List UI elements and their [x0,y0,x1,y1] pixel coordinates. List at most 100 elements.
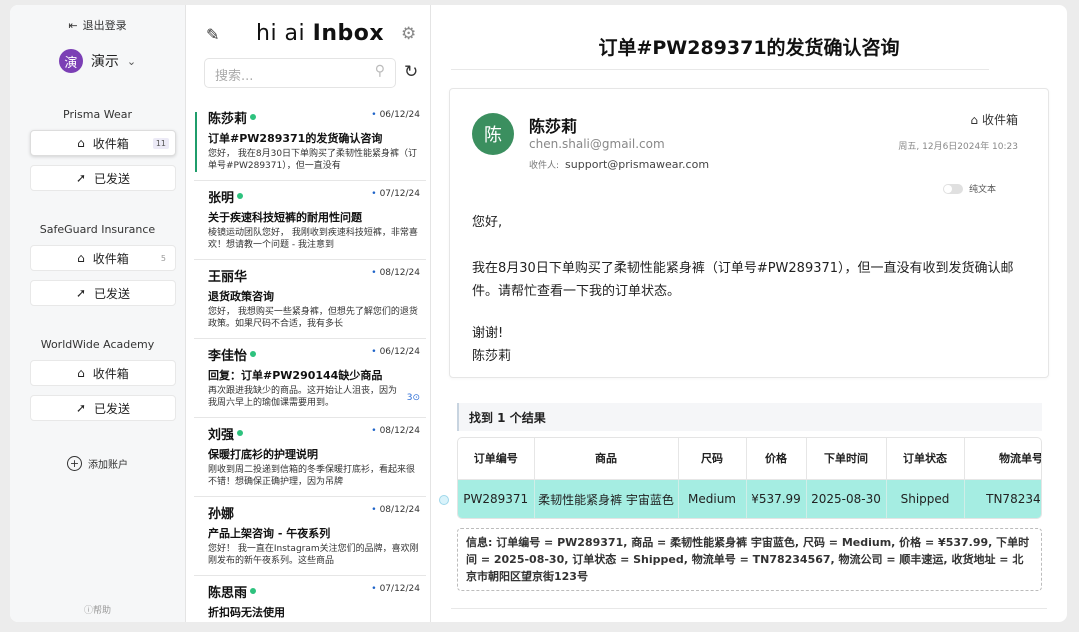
column-header[interactable]: 商品 [534,438,679,480]
divider [451,69,989,70]
results-table: 订单编号 商品 尺码 价格 下单时间 订单状态 物流单号 PW289371 柔韧… [457,437,1042,519]
unread-dot [250,114,257,120]
plus-circle-icon: + [67,456,82,471]
sender-email: chen.shali@gmail.com [529,137,665,151]
inbox-icon: ⌂ [77,136,85,150]
list-item[interactable]: 王丽华 08/12/24 退货政策咨询 您好， 我想购买一些紧身裤，但想先了解您… [194,260,426,339]
column-header[interactable]: 订单编号 [458,438,535,480]
results-header: 找到 1 个结果 [457,403,1042,431]
inbox-count-badge: 11 [152,137,169,149]
recipient-line: 收件人: support@prismawear.com [529,158,709,171]
table-cell: Medium [678,479,747,518]
search-input[interactable]: 搜索... ⚲ [204,58,396,88]
item-date: 07/12/24 [371,584,420,594]
account-2-inbox[interactable]: ⌂ 收件箱 5 [30,245,176,271]
toggle-switch[interactable] [942,183,963,194]
help-icon: ⓘ [83,606,93,616]
inbox-title: hi ai Inbox [256,21,385,46]
account-1-inbox[interactable]: ⌂ 收件箱 11 [30,130,176,156]
unread-dot [250,351,257,357]
item-date: 08/12/24 [371,505,420,515]
account-2-sent[interactable]: ➚ 已发送 [30,280,176,306]
sender-avatar: 陈 [472,113,514,155]
account-title: SafeGuard Insurance [39,223,156,236]
item-sender: 陈思雨 [208,586,248,601]
item-subject: 关于疾速科技短裤的耐用性问题 [208,211,362,224]
list-header: ✎ hi ai Inbox ⚙ 搜索... ⚲ ↻ [186,5,430,100]
logout-button[interactable]: ⇤ 退出登录 [10,17,185,33]
body-signature: 陈莎莉 [472,349,512,364]
send-icon: ➚ [75,286,87,300]
item-preview: 再次跟进我缺少的商品。这开始让人沮丧，因为我周六早上的瑜伽课需要用到。 [208,386,398,408]
item-date: 07/12/24 [371,189,420,199]
plain-text-toggle[interactable]: 纯文本 [942,182,996,195]
folder-tag[interactable]: ⌂ 收件箱 [970,111,1018,128]
compose-icon[interactable]: ✎ [206,25,219,44]
message-list: 陈莎莉 06/12/24 订单#PW289371的发货确认咨询 您好， 我在8月… [194,102,426,622]
unread-dot [237,430,244,436]
sender-name: 陈莎莉 [529,117,578,136]
user-menu[interactable]: 演 演示 ⌄ [10,49,185,73]
table-cell: ¥537.99 [746,479,807,518]
item-sender: 李佳怡 [208,349,248,364]
column-header[interactable]: 物流单号 [964,438,1041,480]
item-date: 06/12/24 [371,347,420,357]
column-header[interactable]: 价格 [746,438,807,480]
item-preview: 刚收到周二投递到信箱的冬季保暖打底衫，看起来很不错！想确保正确护理，因为吊牌 [208,465,416,487]
message-list-panel: ✎ hi ai Inbox ⚙ 搜索... ⚲ ↻ 陈莎莉 06/12/24 订… [186,5,431,622]
divider [451,608,1047,609]
item-preview: 您好！ 我一直在Instagram关注您们的品牌，喜欢刚刚发布的新午夜系列。这些… [208,544,419,566]
item-sender: 刘强 [208,428,235,443]
item-sender: 陈莎莉 [208,112,248,127]
item-sender: 孙娜 [208,507,235,522]
item-subject: 折扣码无法使用 [208,606,285,619]
item-preview: 您好， 我在8月30日下单购买了柔韧性能紧身裤（订单号#PW289371），但一… [208,149,418,171]
unread-dot [250,588,257,594]
user-avatar: 演 [58,49,83,73]
account-1-sent[interactable]: ➚ 已发送 [30,165,176,191]
body-greeting: 您好, [472,215,503,230]
help-link[interactable]: ⓘ帮助 [10,603,185,616]
user-name: 演示 [90,54,119,70]
inbox-icon: ⌂ [77,251,85,265]
item-subject: 产品上架咨询 - 午夜系列 [208,527,331,540]
email-card: 陈 陈莎莉 chen.shali@gmail.com 收件人: support@p… [449,88,1049,378]
item-date: 08/12/24 [371,426,420,436]
search-icon: ⚲ [374,63,385,79]
table-cell: 柔韧性能紧身裤 宇宙蓝色 [534,479,679,518]
gear-icon[interactable]: ⚙ [401,24,416,44]
logout-icon: ⇤ [68,19,78,32]
row-select-radio[interactable] [439,495,449,505]
item-date: 06/12/24 [371,110,420,120]
chevron-down-icon: ⌄ [126,54,137,68]
table-row[interactable]: PW289371 柔韧性能紧身裤 宇宙蓝色 Medium ¥537.99 202… [458,479,1041,518]
inbox-icon: ⌂ [77,366,85,380]
column-header[interactable]: 尺码 [678,438,747,480]
account-title: Prisma Wear [63,108,132,121]
email-body: 您好, 我在8月30日下单购买了柔韧性能紧身裤（订单号#PW289371），但一… [472,211,1032,368]
item-preview: 您好， 我想购买一些紧身裤，但想先了解您们的退货政策。如果尺码不合适，我有多长 [208,307,418,329]
item-subject: 保暖打底衫的护理说明 [208,448,318,461]
list-item[interactable]: 陈莎莉 06/12/24 订单#PW289371的发货确认咨询 您好， 我在8月… [194,102,426,181]
list-item[interactable]: 刘强 08/12/24 保暖打底衫的护理说明 刚收到周二投递到信箱的冬季保暖打底… [194,418,426,497]
thread-count-badge[interactable]: 3⊙ [407,393,420,403]
app-window: ⇤ 退出登录 演 演示 ⌄ Prisma Wear ⌂ 收件箱 11 ➚ 已发送 Sa… [10,5,1067,622]
item-subject: 回复：订单#PW290144缺少商品 [208,369,383,382]
account-3-sent[interactable]: ➚ 已发送 [30,395,176,421]
item-sender: 王丽华 [208,270,248,285]
inbox-count-badge: 5 [160,253,166,263]
list-item[interactable]: 孙娜 08/12/24 产品上架咨询 - 午夜系列 您好！ 我一直在Instag… [194,497,426,576]
item-subject: 退货政策咨询 [208,290,274,303]
refresh-icon[interactable]: ↻ [404,62,418,82]
sidebar: ⇤ 退出登录 演 演示 ⌄ Prisma Wear ⌂ 收件箱 11 ➚ 已发送 Sa… [10,5,186,622]
table-cell: 2025-08-30 [806,479,887,518]
account-3-inbox[interactable]: ⌂ 收件箱 [30,360,176,386]
list-item[interactable]: 陈思雨 07/12/24 折扣码无法使用 [194,576,426,622]
list-item[interactable]: 李佳怡 06/12/24 回复：订单#PW290144缺少商品 再次跟进我缺少的… [194,339,426,418]
list-item[interactable]: 张明 07/12/24 关于疾速科技短裤的耐用性问题 棱镜运动团队您好， 我刚收… [194,181,426,260]
column-header[interactable]: 下单时间 [806,438,887,480]
table-cell: PW289371 [458,479,535,518]
column-header[interactable]: 订单状态 [886,438,965,480]
send-icon: ➚ [75,401,87,415]
add-account-button[interactable]: + 添加账户 [10,456,185,471]
